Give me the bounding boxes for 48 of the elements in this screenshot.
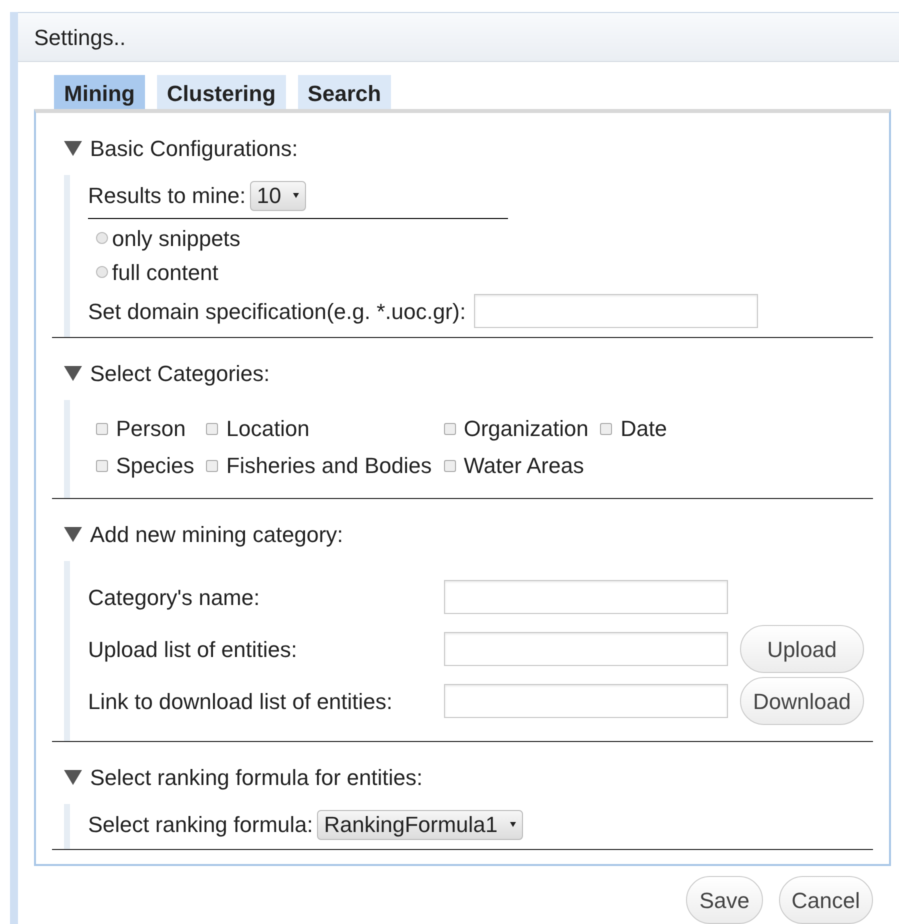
input-field[interactable] [444, 580, 728, 614]
radio-label: full content [112, 258, 218, 286]
button[interactable]: Cancel [778, 876, 873, 924]
checkbox-label: Water Areas [464, 452, 584, 480]
checkbox-label: Fisheries and Bodies [226, 452, 432, 480]
button[interactable]: Save [686, 876, 763, 924]
checkbox[interactable] [444, 422, 456, 434]
radio-button[interactable] [96, 232, 108, 244]
checkbox[interactable] [96, 422, 108, 434]
section-heading: Add new mining category: [90, 520, 344, 549]
dropdown[interactable]: RankingFormula1 [317, 810, 523, 840]
caret-icon [293, 193, 300, 198]
checkbox[interactable] [206, 422, 218, 434]
checkbox[interactable] [444, 460, 456, 472]
tab[interactable]: Search [298, 75, 392, 109]
section-heading: Basic Configurations: [90, 134, 298, 163]
checkbox[interactable] [96, 460, 108, 472]
field-label: Results to mine: [88, 182, 246, 210]
checkbox[interactable] [206, 460, 218, 472]
input-field[interactable] [444, 684, 728, 718]
radio-button[interactable] [96, 266, 108, 278]
checkbox-label: Species [116, 452, 194, 480]
expanded-triangle-icon[interactable] [64, 769, 82, 785]
input-field[interactable] [474, 294, 758, 328]
checkbox[interactable] [600, 422, 612, 434]
field-label: Link to download list of entities: [88, 688, 394, 716]
button[interactable]: Upload [740, 625, 864, 673]
window-title: Settings.. [34, 24, 126, 52]
input-field[interactable] [444, 632, 728, 666]
caret-icon [510, 822, 516, 827]
checkbox-label: Date [620, 415, 667, 443]
button[interactable]: Download [740, 677, 864, 725]
tab[interactable]: Clustering [156, 75, 286, 109]
field-label: Set domain specification(e.g. *.uoc.gr): [88, 298, 466, 326]
field-label: Select ranking formula: [88, 811, 313, 839]
tab[interactable]: Mining [54, 75, 145, 109]
expanded-triangle-icon[interactable] [64, 526, 82, 542]
checkbox-label: Location [226, 415, 310, 443]
field-label: Upload list of entities: [88, 636, 298, 664]
dropdown[interactable]: 10 [250, 180, 306, 210]
expanded-triangle-icon[interactable] [64, 140, 82, 156]
section-heading: Select ranking formula for entities: [90, 764, 423, 792]
checkbox-label: Organization [464, 415, 588, 443]
radio-label: only snippets [112, 224, 240, 253]
checkbox-label: Person [116, 415, 186, 443]
field-label: Category's name: [88, 584, 261, 612]
section-heading: Select Categories: [90, 360, 270, 388]
expanded-triangle-icon[interactable] [64, 365, 82, 381]
